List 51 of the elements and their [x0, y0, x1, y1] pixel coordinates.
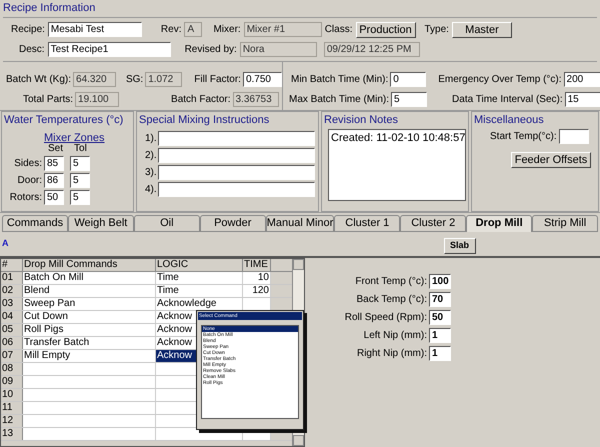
row-number: 11: [1, 402, 23, 414]
field-label: Recipe:: [11, 23, 45, 37]
field-label: Fill Factor:: [194, 72, 241, 86]
marker-text: A: [2, 237, 8, 250]
field-label: Max Batch Time (Min):: [289, 92, 390, 106]
row-number: 04: [1, 311, 23, 323]
note-text: Created: 11-02-10 10:48:57: [330, 130, 466, 146]
field-label: Tol: [74, 144, 87, 154]
row-number: 03: [1, 298, 23, 310]
field-label: Door:: [16, 174, 42, 188]
field-label: Start Temp(°c):: [490, 130, 557, 144]
group-title: Water Temperatures (°c): [4, 113, 124, 128]
row-number: 01: [1, 272, 23, 284]
field-label: Class:: [324, 23, 352, 37]
field-label: Type:: [424, 23, 449, 37]
field-label: 1).: [145, 132, 157, 146]
row-number: 08: [1, 363, 23, 375]
row-number: 07: [1, 350, 23, 362]
field-label: SG:: [126, 72, 144, 86]
field-label: Set: [48, 144, 64, 154]
field-label: Rev:: [160, 23, 182, 37]
group-title: Special Mixing Instructions: [139, 113, 270, 128]
group-title: Revision Notes: [324, 113, 399, 128]
field-label: Revised by:: [184, 42, 237, 56]
field-label: Mixer:: [213, 23, 241, 37]
field-label: 2).: [145, 148, 157, 162]
field-label: Data Time Interval (Sec):: [452, 92, 563, 106]
field-label: Batch Factor:: [171, 92, 230, 106]
row-number: 05: [1, 324, 23, 336]
field-label: Rotors:: [8, 190, 42, 204]
row-number: 10: [1, 389, 23, 401]
field-label: Desc:: [19, 42, 45, 56]
field-label: 4).: [145, 182, 157, 196]
row-number: 09: [1, 376, 23, 388]
field-label: Min Batch Time (Min):: [291, 72, 388, 86]
row-number: 12: [1, 415, 23, 427]
field-label: 3).: [145, 166, 157, 180]
field-label: Right Nip (mm):: [356, 347, 427, 361]
field-label: Roll Speed (Rpm):: [344, 311, 427, 325]
field-label: Left Nip (mm):: [362, 329, 427, 343]
row-number: 13: [1, 428, 23, 440]
field-label: Batch Wt (Kg):: [6, 72, 72, 86]
field-label: Front Temp (°c):: [354, 275, 427, 289]
row-number: 02: [1, 285, 23, 297]
field-label: Sides:: [13, 156, 42, 170]
field-label: Total Parts:: [23, 92, 74, 106]
field-label: Emergency Over Temp (°c):: [438, 72, 562, 86]
group-title: Recipe Information: [3, 1, 96, 16]
row-number: 06: [1, 337, 23, 349]
field-label: Back Temp (°c):: [356, 293, 427, 307]
group-title: Miscellaneous: [474, 113, 545, 128]
